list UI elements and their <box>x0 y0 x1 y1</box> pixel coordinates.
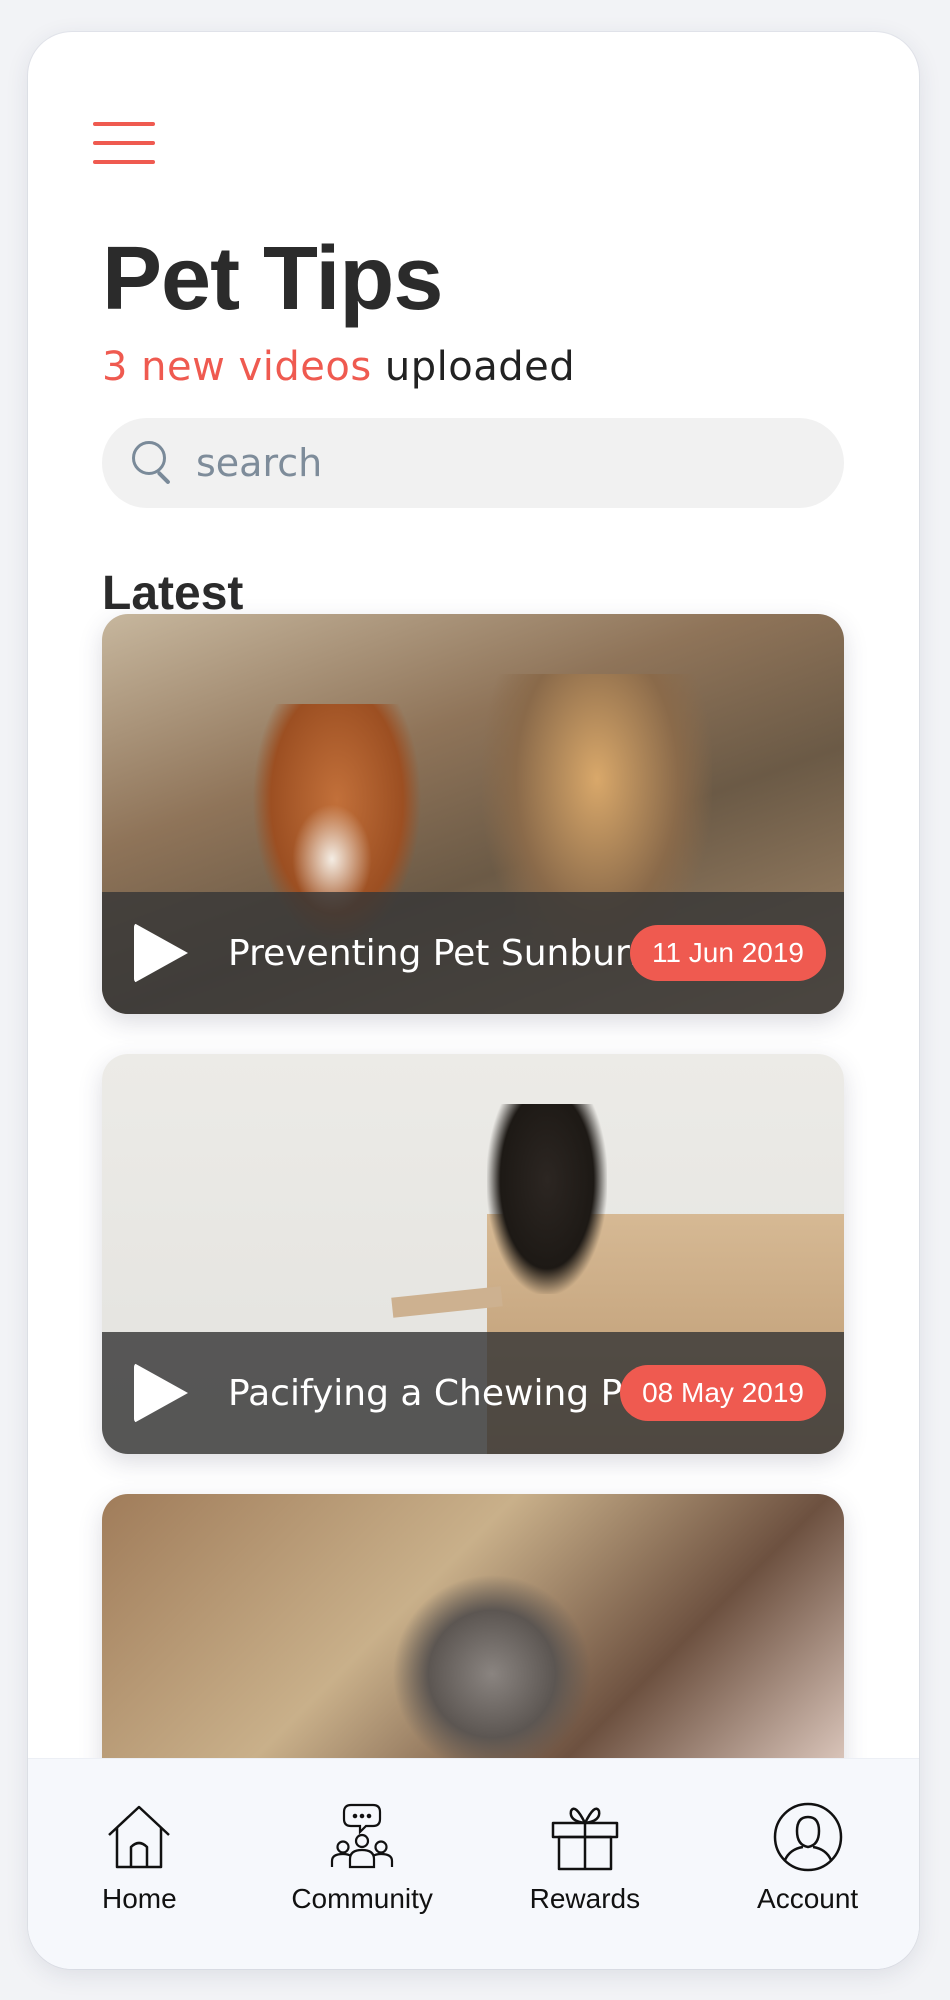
video-card[interactable]: Preventing Pet Sunburn 11 Jun 2019 <box>102 614 844 1014</box>
hamburger-menu-icon[interactable] <box>93 122 155 168</box>
tab-rewards[interactable]: Rewards <box>474 1759 697 1969</box>
search-bar[interactable]: search <box>102 418 844 508</box>
account-icon <box>773 1802 842 1872</box>
section-title-latest: Latest <box>102 567 244 620</box>
tab-community[interactable]: Community <box>251 1759 474 1969</box>
video-thumbnail-dachshund <box>487 1104 607 1294</box>
video-thumbnail-cat <box>392 1574 592 1774</box>
search-input[interactable]: search <box>196 441 322 485</box>
tab-label: Account <box>757 1883 859 1914</box>
page-title: Pet Tips <box>102 229 443 329</box>
video-date-badge: 11 Jun 2019 <box>629 925 826 981</box>
community-icon <box>331 1803 394 1869</box>
upload-status: 3 new videos uploaded <box>102 344 575 390</box>
play-icon[interactable] <box>134 1363 188 1423</box>
tab-label: Community <box>291 1883 433 1914</box>
gift-icon <box>551 1807 619 1871</box>
home-icon <box>108 1805 171 1869</box>
video-card[interactable]: Pacifying a Chewing Pup 08 May 2019 <box>102 1054 844 1454</box>
video-card[interactable] <box>102 1494 844 1794</box>
tab-label: Home <box>102 1883 177 1914</box>
video-caption-bar: Pacifying a Chewing Pup 08 May 2019 <box>102 1332 844 1454</box>
tab-label: Rewards <box>529 1883 641 1914</box>
video-title: Preventing Pet Sunburn <box>228 932 653 974</box>
new-videos-count: 3 new videos <box>102 344 372 390</box>
video-caption-bar: Preventing Pet Sunburn 11 Jun 2019 <box>102 892 844 1014</box>
play-icon[interactable] <box>134 923 188 983</box>
app-screen: Pet Tips 3 new videos uploaded search La… <box>28 32 919 1969</box>
bottom-tab-bar: Home Community Rewards Account <box>28 1758 919 1969</box>
video-date-badge: 08 May 2019 <box>620 1365 826 1421</box>
video-title: Pacifying a Chewing Pup <box>228 1372 668 1414</box>
search-icon <box>132 441 176 485</box>
tab-home[interactable]: Home <box>28 1759 251 1969</box>
upload-status-text: uploaded <box>371 344 576 390</box>
tab-account[interactable]: Account <box>696 1759 919 1969</box>
